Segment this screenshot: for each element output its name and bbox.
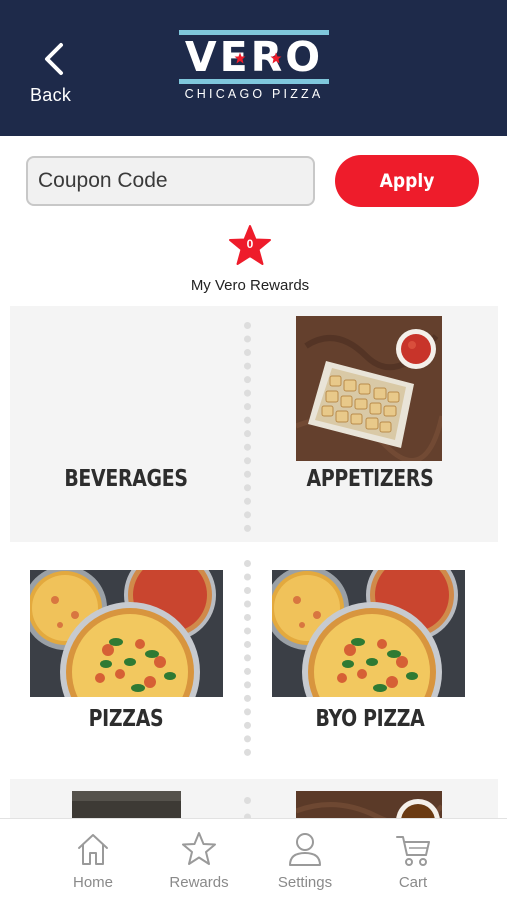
back-label: Back — [30, 85, 72, 105]
category-row: PIZZAS BYO PIZZA — [10, 556, 498, 762]
rewards-label: My Vero Rewards — [190, 277, 310, 294]
tab-label: Rewards — [169, 874, 229, 891]
person-icon — [289, 833, 321, 866]
back-button[interactable]: Back — [26, 38, 80, 108]
tab-home[interactable]: Home — [43, 819, 143, 900]
category-appetizers[interactable]: APPETIZERS — [254, 306, 486, 542]
cart-icon — [396, 836, 430, 866]
category-label: PIZZAS — [88, 704, 164, 732]
apply-button[interactable]: Apply — [335, 155, 479, 207]
category-label: BYO PIZZA — [315, 704, 425, 732]
column-divider — [244, 322, 252, 532]
category-byo-pizza[interactable]: BYO PIZZA — [254, 556, 486, 762]
app-header: Back VERO CHICAGO PIZZA — [0, 0, 507, 136]
logo-bar-bottom — [179, 79, 329, 84]
rewards-count: 0 — [246, 237, 254, 251]
logo-star-icon — [270, 52, 282, 64]
category-label: BEVERAGES — [64, 464, 188, 492]
tab-cart[interactable]: Cart — [363, 819, 463, 900]
home-icon — [78, 834, 108, 865]
logo-subtitle: CHICAGO PIZZA — [184, 87, 324, 101]
tab-label: Home — [72, 874, 113, 891]
tab-label: Cart — [398, 874, 428, 891]
category-beverages[interactable]: BEVERAGES — [10, 306, 242, 542]
chevron-left-icon — [45, 43, 63, 75]
byo-pizza-image — [272, 570, 465, 697]
bottom-tab-bar: Home Rewards Settings Cart — [0, 818, 507, 900]
category-row: BEVERAGES APPETIZERS — [10, 306, 498, 542]
column-divider — [244, 560, 252, 756]
category-pizzas[interactable]: PIZZAS — [10, 556, 242, 762]
tab-rewards[interactable]: Rewards — [149, 819, 249, 900]
appetizers-image — [296, 316, 442, 461]
coupon-code-input[interactable] — [26, 156, 315, 206]
category-label: APPETIZERS — [306, 464, 434, 492]
logo-wordmark: VERO — [184, 33, 324, 81]
logo-star-icon — [234, 52, 246, 64]
pizzas-image — [30, 570, 223, 697]
tab-settings[interactable]: Settings — [255, 819, 355, 900]
vero-logo: VERO CHICAGO PIZZA — [176, 30, 332, 106]
tab-label: Settings — [277, 874, 333, 891]
star-icon — [182, 832, 216, 865]
rewards-badge[interactable]: 0 My Vero Rewards — [150, 224, 350, 299]
